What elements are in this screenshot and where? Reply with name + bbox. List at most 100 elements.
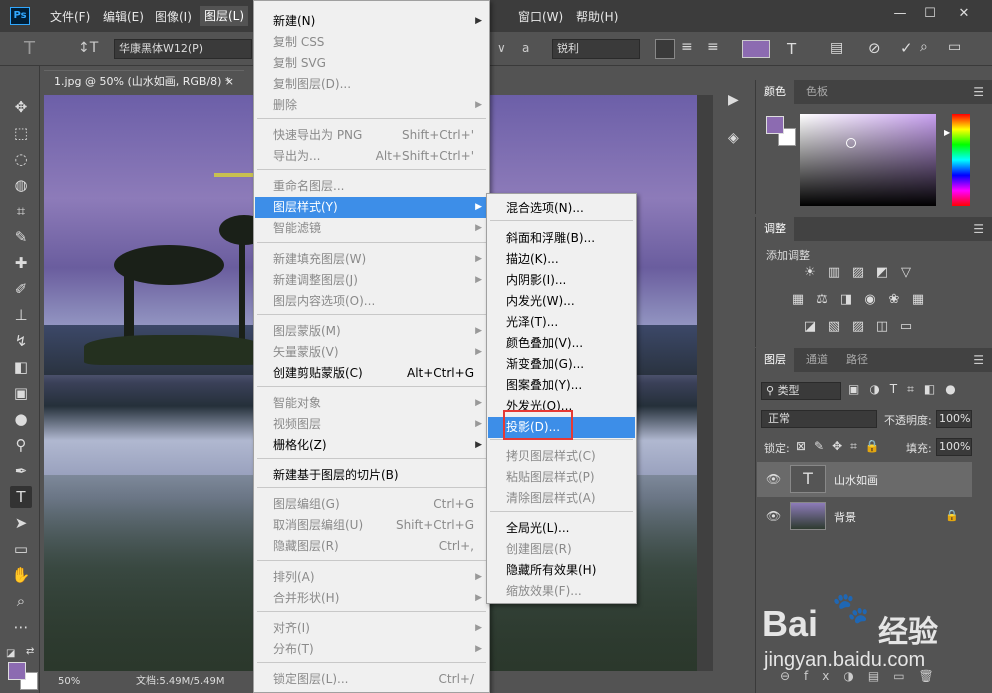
history-brush-icon[interactable]: ↯ [10,330,32,352]
layer-menu-item[interactable]: 图层样式(Y) ▶ [255,197,488,218]
layer-menu-item[interactable]: 复制 SVG [255,53,488,74]
levels-icon[interactable]: ▥ [826,265,842,281]
threshold-icon[interactable]: ▨ [850,319,866,335]
hand-tool-icon[interactable]: ✋ [10,564,32,586]
exposure-icon[interactable]: ◩ [874,265,890,281]
bw-icon[interactable]: ◨ [838,292,854,308]
layer-menu-item[interactable]: 复制 CSS [255,32,488,53]
hue-slider[interactable] [952,114,970,206]
layer-menu-item[interactable]: 排列(A) ▶ [255,567,488,588]
eraser-tool-icon[interactable]: ◧ [10,356,32,378]
layer-style-menu-item[interactable]: 颜色叠加(V)... [488,333,635,354]
layer-style-menu-item[interactable]: 光泽(T)... [488,312,635,333]
text-orientation-icon[interactable]: ↕T [78,40,98,56]
color-field[interactable] [800,114,936,206]
panel-menu-icon[interactable]: ☰ [973,353,984,367]
quick-select-tool-icon[interactable]: ◍ [10,174,32,196]
lasso-tool-icon[interactable]: ◌ [10,148,32,170]
workspace-icon[interactable]: ▭ [948,39,961,55]
vibrance-icon[interactable]: ▽ [898,265,914,281]
brush-tool-icon[interactable]: ✐ [10,278,32,300]
blend-mode-select[interactable]: 正常 [761,410,877,428]
commit-icon[interactable]: ✓ [900,39,913,57]
text-tool-icon[interactable]: T [24,38,35,59]
layer-menu-item[interactable]: 图层蒙版(M) ▶ [255,321,488,342]
menu-layer[interactable]: 图层(L) [200,6,249,26]
layer-filter-select[interactable]: ⚲ 类型 [761,382,841,400]
layer-menu-item[interactable]: 导出为... Alt+Shift+Ctrl+' [255,146,488,167]
close-tab-icon[interactable]: × [225,71,234,93]
eye-icon[interactable]: 👁 [766,509,781,523]
layer-menu-item[interactable]: 创建剪贴蒙版(C) Alt+Ctrl+G [255,363,488,384]
minimize-button[interactable]: — [888,4,912,24]
curves-icon[interactable]: ▨ [850,265,866,281]
layer-menu-item[interactable]: 分布(T) ▶ [255,639,488,660]
font-family-select[interactable]: 华康黑体W12(P) [114,39,252,59]
color-lookup-icon[interactable]: ▦ [910,292,926,308]
type-tool-icon[interactable]: T [10,486,32,508]
fg-swatch[interactable] [766,116,784,134]
history-icon[interactable]: ▶ [728,92,739,108]
layer-style-menu-item[interactable]: 缩放效果(F)... [488,581,635,602]
layer-style-menu-item[interactable]: 清除图层样式(A) [488,488,635,509]
tab-adjustments[interactable]: 调整 [756,217,794,241]
layer-menu-item[interactable]: 新建填充图层(W) ▶ [255,249,488,270]
healing-brush-icon[interactable]: ✚ [10,252,32,274]
move-tool-icon[interactable]: ✥ [10,96,32,118]
color-balance-icon[interactable]: ⚖ [814,292,830,308]
eyedropper-tool-icon[interactable]: ✎ [10,226,32,248]
layer-style-menu-item[interactable]: 内阴影(I)... [488,270,635,291]
hue-sat-icon[interactable]: ▦ [790,292,806,308]
lock-icons[interactable]: ⊠✎✥⌗🔒 [796,439,888,454]
zoom-level[interactable]: 50% [58,671,80,693]
character-panel-icon[interactable]: ▤ [830,40,843,56]
layer-menu-item[interactable]: 对齐(I) ▶ [255,618,488,639]
swap-colors-icon[interactable]: ⇄ [26,646,34,657]
layer-menu-item[interactable]: 复制图层(D)... [255,74,488,95]
layer-menu-item[interactable]: 重命名图层... [255,176,488,197]
align-right-icon[interactable]: ≡ [707,39,727,59]
marquee-tool-icon[interactable]: ⬚ [10,122,32,144]
layer-menu-item[interactable]: 新建基于图层的切片(B) [255,465,488,486]
gradient-tool-icon[interactable]: ▣ [10,382,32,404]
layer-menu-item[interactable]: 新建调整图层(J) ▶ [255,270,488,291]
path-select-tool-icon[interactable]: ➤ [10,512,32,534]
zoom-tool-icon[interactable]: ⌕ [10,590,32,612]
maximize-button[interactable]: ☐ [918,4,942,24]
align-left-icon[interactable] [655,39,675,59]
panel-menu-icon[interactable]: ☰ [973,222,984,236]
layer-style-menu-item[interactable]: 拷贝图层样式(C) [488,446,635,467]
selective-color-icon[interactable]: ◫ [874,319,890,335]
align-center-icon[interactable]: ≡ [681,39,701,59]
layer-style-menu-item[interactable]: 创建图层(R) [488,539,635,560]
menu-file[interactable]: 文件(F) [50,8,90,25]
layer-menu-item[interactable]: 隐藏图层(R) Ctrl+, [255,536,488,557]
menu-help[interactable]: 帮助(H) [576,8,618,25]
layer-style-menu-item[interactable]: 斜面和浮雕(B)... [488,228,635,249]
shape-tool-icon[interactable]: ▭ [10,538,32,560]
3d-icon[interactable]: ◈ [728,130,739,146]
layer-menu-item[interactable]: 快速导出为 PNG Shift+Ctrl+' [255,125,488,146]
layer-row[interactable]: 👁 T 山水如画 [757,462,972,497]
gradient-map-icon[interactable]: ▭ [898,319,914,335]
tab-color[interactable]: 颜色 [756,80,794,104]
more-tools-icon[interactable]: ⋯ [10,616,32,638]
layer-style-menu-item[interactable]: 描边(K)... [488,249,635,270]
text-color-swatch[interactable] [742,40,770,58]
eye-icon[interactable]: 👁 [766,472,781,486]
layer-menu-item[interactable]: 取消图层编组(U) Shift+Ctrl+G [255,515,488,536]
layer-menu-item[interactable]: 删除 ▶ [255,95,488,116]
layer-menu-item[interactable]: 智能对象 ▶ [255,393,488,414]
crop-tool-icon[interactable]: ⌗ [10,200,32,222]
layer-menu-item[interactable]: 矢量蒙版(V) ▶ [255,342,488,363]
vertical-scrollbar[interactable] [697,95,713,671]
search-icon[interactable]: ⌕ [920,39,928,55]
layer-menu-item[interactable]: 视频图层 ▶ [255,414,488,435]
tab-swatches[interactable]: 色板 [798,80,836,104]
layer-menu-item[interactable]: 锁定图层(L)... Ctrl+/ [255,669,488,690]
layer-filter-icons[interactable]: ▣◑T⌗◧● [848,382,988,400]
close-button[interactable]: ✕ [952,4,976,24]
layer-style-menu-item[interactable]: 内发光(W)... [488,291,635,312]
antialias-select[interactable]: 锐利 [552,39,640,59]
layer-menu-item[interactable]: 新建(N) ▶ [255,11,488,32]
